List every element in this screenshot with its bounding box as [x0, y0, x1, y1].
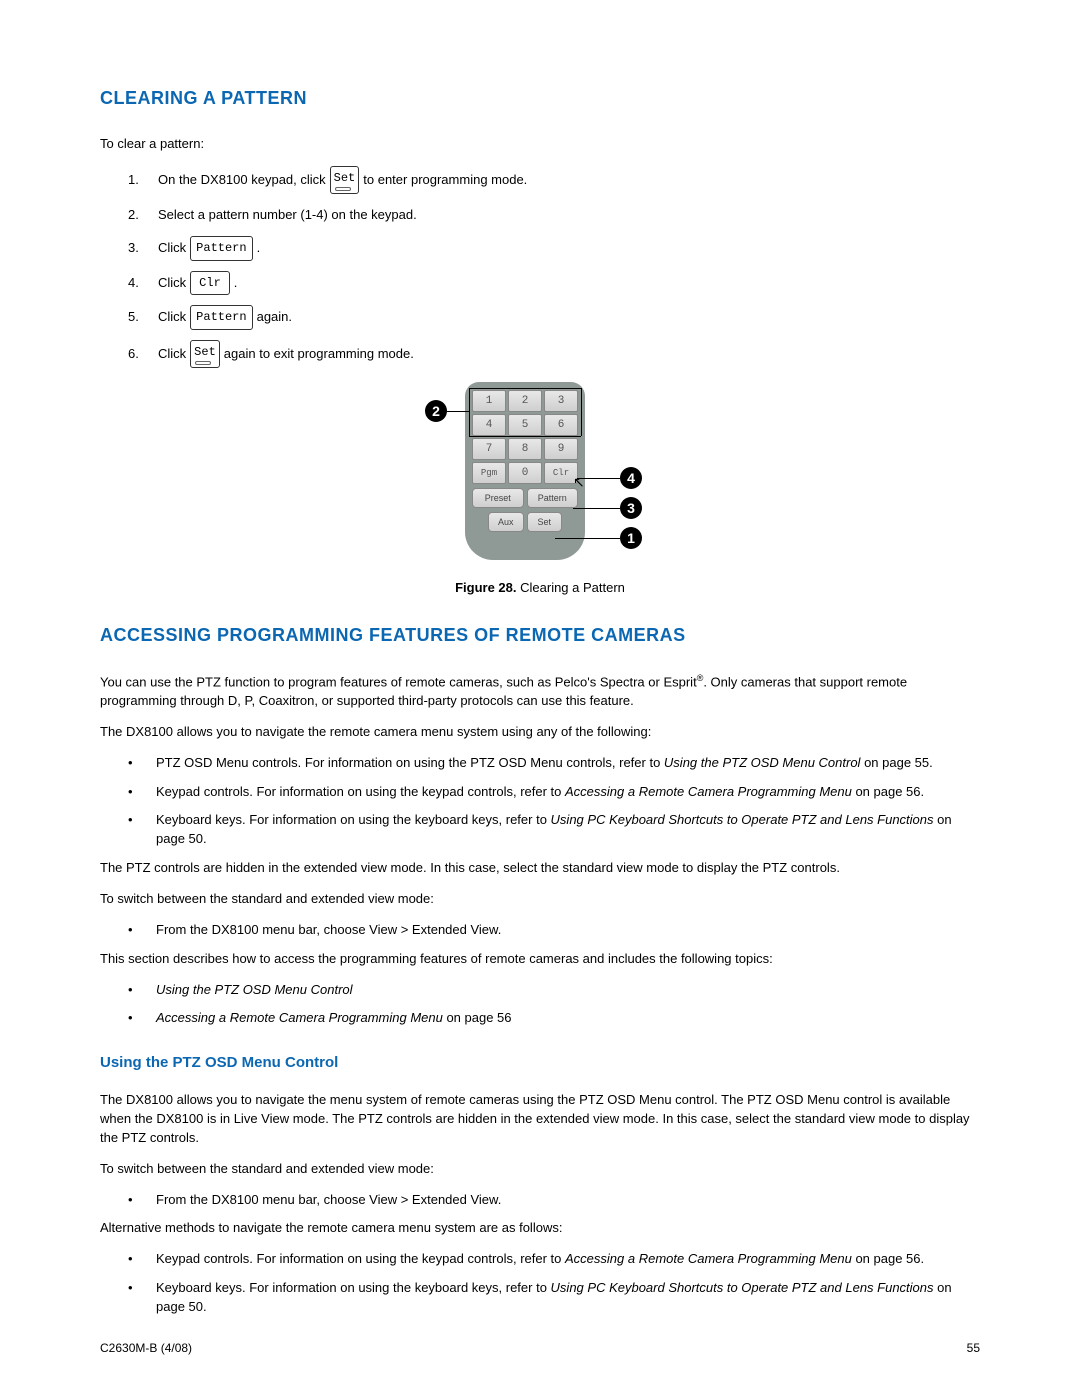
keypad-image: 1 2 3 4 5 6 7 8 9 Pgm 0 Clr — [465, 382, 585, 560]
osd-bullets: • Keypad controls. For information on us… — [100, 1250, 980, 1317]
key-8: 8 — [508, 438, 542, 460]
clearing-intro: To clear a pattern: — [100, 135, 980, 154]
figure-28: 1 2 3 4 5 6 7 8 9 Pgm 0 Clr — [100, 382, 980, 595]
key-5: 5 — [508, 414, 542, 436]
key-6: 6 — [544, 414, 578, 436]
set-button-icon: Set — [330, 166, 360, 194]
accessing-p1: You can use the PTZ function to program … — [100, 672, 980, 711]
accessing-p2: The DX8100 allows you to navigate the re… — [100, 723, 980, 742]
key-1: 1 — [472, 390, 506, 412]
pattern-button-icon: Pattern — [190, 305, 252, 329]
key-2: 2 — [508, 390, 542, 412]
accessing-topics: •Using the PTZ OSD Menu Control • Access… — [100, 981, 980, 1029]
key-preset: Preset — [472, 488, 524, 508]
osd-p3: Alternative methods to navigate the remo… — [100, 1219, 980, 1238]
clr-button-icon: Clr — [190, 271, 230, 295]
callout-1: 1 — [620, 527, 642, 549]
heading-accessing: ACCESSING PROGRAMMING FEATURES OF REMOTE… — [100, 625, 980, 646]
accessing-bullets-1: • PTZ OSD Menu controls. For information… — [100, 754, 980, 849]
osd-p1: The DX8100 allows you to navigate the me… — [100, 1091, 980, 1148]
callout-4: 4 — [620, 467, 642, 489]
accessing-p4: To switch between the standard and exten… — [100, 890, 980, 909]
footer-doc-id: C2630M-B (4/08) — [100, 1341, 192, 1355]
heading-osd: Using the PTZ OSD Menu Control — [100, 1054, 980, 1071]
key-aux: Aux — [488, 512, 524, 532]
osd-p2: To switch between the standard and exten… — [100, 1160, 980, 1179]
callout-3: 3 — [620, 497, 642, 519]
clearing-steps: 1. On the DX8100 keypad, click Set to en… — [100, 166, 980, 368]
heading-clearing-pattern: CLEARING A PATTERN — [100, 88, 980, 109]
accessing-p3: The PTZ controls are hidden in the exten… — [100, 859, 980, 878]
key-0: 0 — [508, 462, 542, 484]
key-pgm: Pgm — [472, 462, 506, 484]
pattern-button-icon: Pattern — [190, 236, 252, 260]
key-pattern: Pattern — [527, 488, 579, 508]
key-9: 9 — [544, 438, 578, 460]
key-4: 4 — [472, 414, 506, 436]
mouse-cursor-icon: ↖ — [573, 474, 585, 491]
callout-2: 2 — [425, 400, 447, 422]
key-3: 3 — [544, 390, 578, 412]
footer-page-num: 55 — [967, 1341, 980, 1355]
figure-caption: Figure 28. Clearing a Pattern — [100, 580, 980, 595]
page-footer: C2630M-B (4/08) 55 — [100, 1341, 980, 1355]
accessing-p5: This section describes how to access the… — [100, 950, 980, 969]
key-set: Set — [527, 512, 563, 532]
key-7: 7 — [472, 438, 506, 460]
set-button-icon: Set — [190, 340, 220, 368]
